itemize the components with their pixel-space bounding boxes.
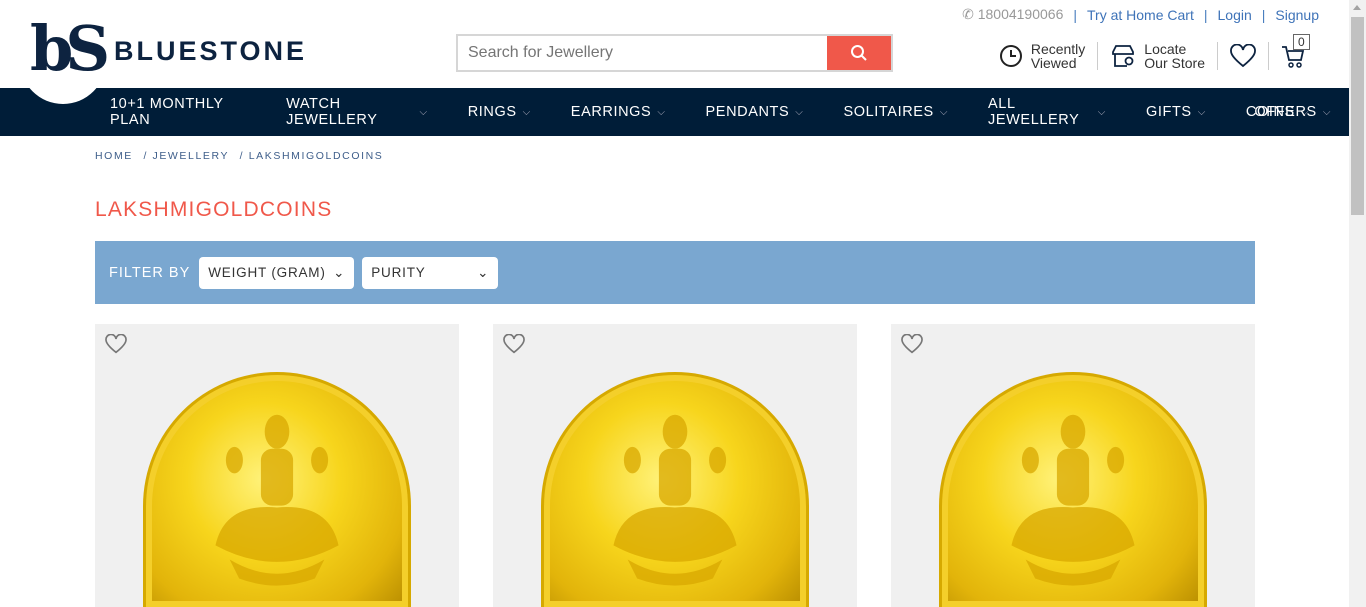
nav-monthly-plan[interactable]: 10+1 MONTHLY PLAN (110, 96, 246, 128)
login-link[interactable]: Login (1208, 7, 1262, 23)
locate-label: Locate (1144, 41, 1187, 57)
recently-viewed-button[interactable]: Recently Viewed (985, 41, 1099, 71)
product-card[interactable] (493, 324, 857, 607)
lakshmi-figure-icon (613, 414, 737, 586)
locate-store-button[interactable]: Locate Our Store (1098, 42, 1218, 70)
history-icon (999, 45, 1022, 67)
scrollbar[interactable] (1349, 0, 1366, 607)
filter-bar: FILTER BY WEIGHT (GRAM) ⌄ PURITY ⌄ (95, 241, 1255, 304)
page-title: LAKSHMIGOLDCOINS (95, 198, 333, 221)
chevron-down-icon: ⌵ (657, 106, 666, 118)
try-at-home-link[interactable]: Try at Home Cart (1077, 7, 1204, 23)
nav-offers[interactable]: OFFERS ⌵ (1254, 104, 1331, 120)
heart-icon (1230, 44, 1256, 68)
breadcrumb-current: / LAKSHMIGOLDCOINS (239, 150, 384, 162)
scrollbar-thumb (1351, 17, 1364, 215)
lakshmi-gold-coin-image[interactable] (143, 372, 411, 607)
nav-earrings[interactable]: EARRINGS ⌵ (571, 104, 666, 120)
search-bar (456, 34, 893, 72)
nav-all-jewellery[interactable]: ALL JEWELLERY ⌵ (988, 96, 1106, 128)
chevron-down-icon: ⌵ (939, 106, 949, 118)
search-icon (851, 45, 867, 61)
breadcrumb: HOME / JEWELLERY / LAKSHMIGOLDCOINS (95, 150, 389, 162)
brand-name[interactable]: BLUESTONE (114, 36, 307, 67)
signup-link[interactable]: Signup (1265, 7, 1329, 23)
breadcrumb-jewellery[interactable]: / JEWELLERY (143, 150, 229, 162)
lakshmi-gold-coin-image[interactable] (939, 372, 1207, 607)
nav-rings[interactable]: RINGS ⌵ (468, 104, 531, 120)
wishlist-button[interactable] (1218, 42, 1269, 70)
chevron-down-icon: ⌵ (1097, 106, 1106, 118)
filter-label: FILTER BY (109, 264, 191, 281)
wishlist-heart-icon[interactable] (901, 334, 923, 354)
lakshmi-gold-coin-image[interactable] (541, 372, 809, 607)
search-button[interactable] (827, 36, 891, 70)
wishlist-heart-icon[interactable] (105, 334, 127, 354)
lakshmi-figure-icon (1011, 414, 1135, 586)
phone-number[interactable]: ✆ 18004190066 (952, 6, 1073, 23)
purity-dropdown[interactable]: PURITY ⌄ (362, 256, 499, 289)
nav-pendants[interactable]: PENDANTS ⌵ (706, 104, 804, 120)
recently-label: Recently (1030, 41, 1086, 57)
wishlist-heart-icon[interactable] (503, 334, 525, 354)
viewed-label: Viewed (1030, 55, 1077, 71)
our-store-label: Our Store (1144, 55, 1205, 71)
nav-gifts[interactable]: GIFTS ⌵ (1146, 104, 1206, 120)
logo-icon[interactable]: bS (30, 18, 110, 80)
cart-count-badge: 0 (1293, 34, 1310, 50)
chevron-down-icon: ⌄ (333, 264, 346, 280)
chevron-down-icon: ⌵ (522, 106, 531, 118)
chevron-down-icon: ⌵ (1322, 106, 1331, 118)
weight-dropdown[interactable]: WEIGHT (GRAM) ⌄ (199, 256, 355, 289)
chevron-down-icon: ⌵ (419, 106, 428, 118)
product-card[interactable] (891, 324, 1255, 607)
breadcrumb-home[interactable]: HOME (95, 150, 133, 162)
top-links: ✆ 18004190066 | Try at Home Cart | Login… (952, 6, 1329, 23)
chevron-down-icon: ⌄ (477, 264, 490, 280)
header-actions: Recently Viewed Locate Our Store 0 (985, 34, 1319, 71)
nav-watch-jewellery[interactable]: WATCH JEWELLERY ⌵ (286, 96, 428, 128)
store-icon (1112, 45, 1135, 67)
main-nav: 10+1 MONTHLY PLAN WATCH JEWELLERY ⌵ RINGS… (0, 88, 1349, 136)
search-input[interactable] (458, 36, 827, 70)
product-card[interactable] (95, 324, 459, 607)
chevron-down-icon: ⌵ (1197, 106, 1206, 118)
scroll-up-arrow-icon (1353, 5, 1361, 10)
chevron-down-icon: ⌵ (795, 106, 804, 118)
nav-solitaires[interactable]: SOLITAIRES ⌵ (843, 104, 948, 120)
cart-button[interactable]: 0 (1269, 34, 1319, 70)
lakshmi-figure-icon (215, 414, 339, 586)
